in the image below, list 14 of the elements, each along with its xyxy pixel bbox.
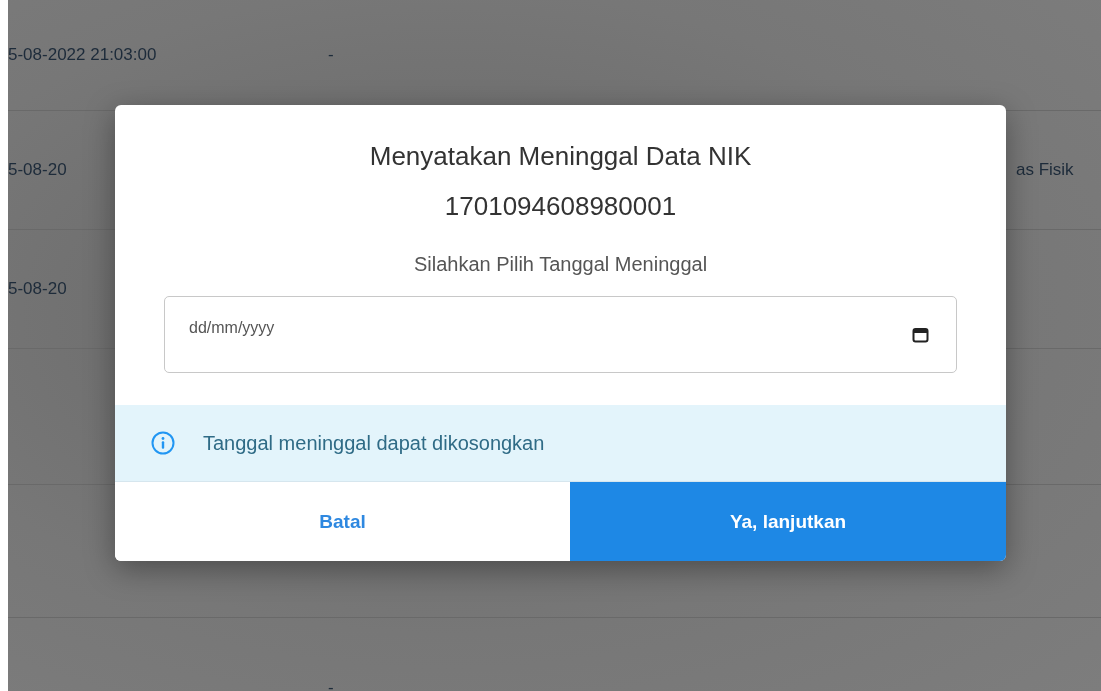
- table-cell-text: 5-08-20: [8, 160, 68, 180]
- table-cell-text: -: [327, 678, 335, 691]
- calendar-icon[interactable]: [912, 327, 929, 343]
- dialog-prompt: Silahkan Pilih Tanggal Meninggal: [412, 253, 709, 276]
- table-cell: as Fisik: [1016, 160, 1074, 180]
- info-icon: [151, 431, 175, 455]
- confirm-button[interactable]: Ya, lanjutkan: [570, 482, 1006, 561]
- date-field[interactable]: dd/mm/yyyy: [164, 296, 957, 373]
- table-cell-text: 5-08-20: [8, 279, 68, 299]
- dialog-title: Menyatakan Meninggal Data NIK 1701094608980001: [368, 140, 753, 223]
- cancel-button[interactable]: Batal: [115, 482, 570, 561]
- table-cell-text: -: [327, 45, 335, 65]
- table-cell-text: 5-08-2022 21:03:00: [8, 45, 158, 65]
- info-message: Tanggal meninggal dapat dikosongkan: [203, 431, 545, 455]
